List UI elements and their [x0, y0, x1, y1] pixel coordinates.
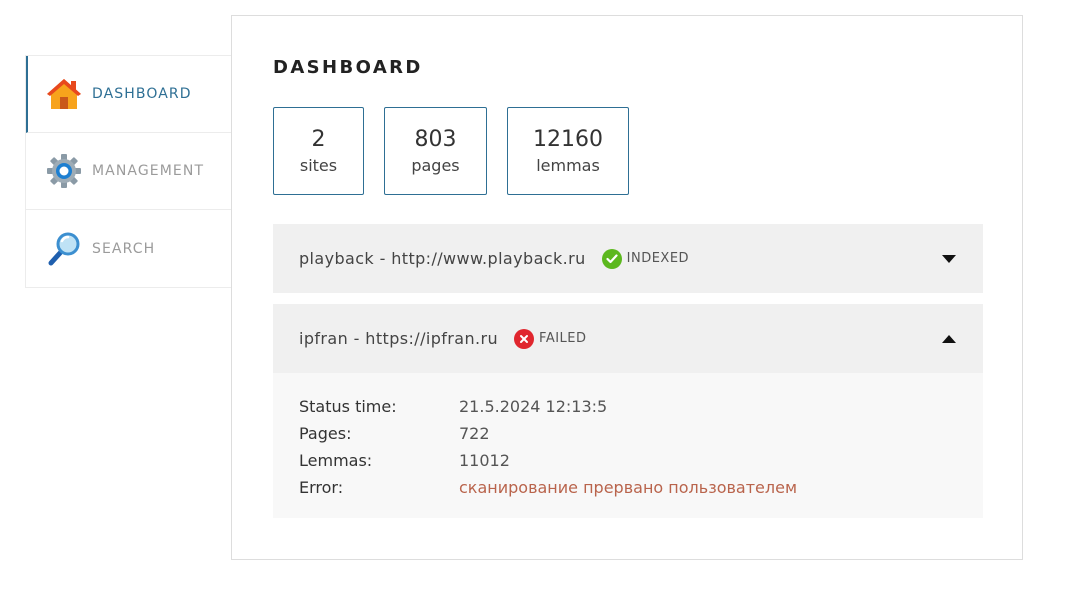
- gear-icon: [46, 153, 82, 189]
- stat-card-sites: 2 sites: [273, 107, 364, 195]
- sidebar-item-label: SEARCH: [92, 240, 156, 257]
- sidebar: DASHBOARD MANAGEMENT SEARCH: [25, 55, 231, 288]
- site-header[interactable]: playback - http://www.playback.ru INDEXE…: [273, 224, 983, 293]
- detail-row-status-time: Status time: 21.5.2024 12:13:5: [299, 393, 957, 420]
- stat-value: 12160: [533, 127, 603, 153]
- detail-key: Pages:: [299, 424, 352, 443]
- status-badge: INDEXED: [601, 248, 690, 269]
- site-item-playback: playback - http://www.playback.ru INDEXE…: [273, 224, 983, 293]
- site-title: playback - http://www.playback.ru: [299, 249, 586, 268]
- sidebar-item-search[interactable]: SEARCH: [26, 210, 231, 287]
- site-header[interactable]: ipfran - https://ipfran.ru FAILED: [273, 304, 983, 373]
- detail-value: 722: [459, 424, 490, 443]
- chevron-up-icon[interactable]: [941, 334, 957, 344]
- error-message: сканирование прервано пользователем: [459, 478, 798, 497]
- status-text: FAILED: [539, 331, 587, 346]
- chevron-down-icon[interactable]: [941, 254, 957, 264]
- sidebar-item-label: DASHBOARD: [92, 86, 192, 102]
- page-title: DASHBOARD: [273, 57, 423, 78]
- sidebar-item-dashboard[interactable]: DASHBOARD: [26, 56, 231, 133]
- check-icon: [601, 248, 622, 269]
- site-title: ipfran - https://ipfran.ru: [299, 329, 499, 348]
- stat-card-pages: 803 pages: [384, 107, 487, 195]
- detail-value: 11012: [459, 451, 510, 470]
- magnifier-icon: [46, 231, 82, 267]
- stat-value: 803: [414, 127, 457, 153]
- stat-label: pages: [411, 155, 460, 175]
- detail-key: Error:: [299, 478, 344, 497]
- sidebar-item-label: MANAGEMENT: [92, 163, 205, 179]
- status-text: INDEXED: [626, 251, 690, 266]
- sidebar-item-management[interactable]: MANAGEMENT: [26, 133, 231, 210]
- error-x-icon: [514, 328, 535, 349]
- detail-row-pages: Pages: 722: [299, 420, 957, 447]
- site-item-ipfran: ipfran - https://ipfran.ru FAILED Status…: [273, 304, 983, 518]
- status-badge: FAILED: [514, 328, 587, 349]
- site-details: Status time: 21.5.2024 12:13:5 Pages: 72…: [273, 373, 983, 518]
- detail-key: Lemmas:: [299, 451, 373, 470]
- stat-label: lemmas: [536, 155, 600, 175]
- detail-value: 21.5.2024 12:13:5: [459, 397, 608, 416]
- detail-row-lemmas: Lemmas: 11012: [299, 447, 957, 474]
- detail-row-error: Error: сканирование прервано пользовател…: [299, 474, 957, 501]
- stat-card-lemmas: 12160 lemmas: [507, 107, 629, 195]
- stat-value: 2: [311, 127, 326, 153]
- stat-label: sites: [299, 155, 338, 175]
- stats-row: 2 sites 803 pages 12160 lemmas: [273, 107, 629, 195]
- dashboard-panel: DASHBOARD 2 sites 803 pages 12160 lemmas…: [231, 15, 1023, 560]
- detail-key: Status time:: [299, 397, 397, 416]
- home-icon: [46, 76, 82, 112]
